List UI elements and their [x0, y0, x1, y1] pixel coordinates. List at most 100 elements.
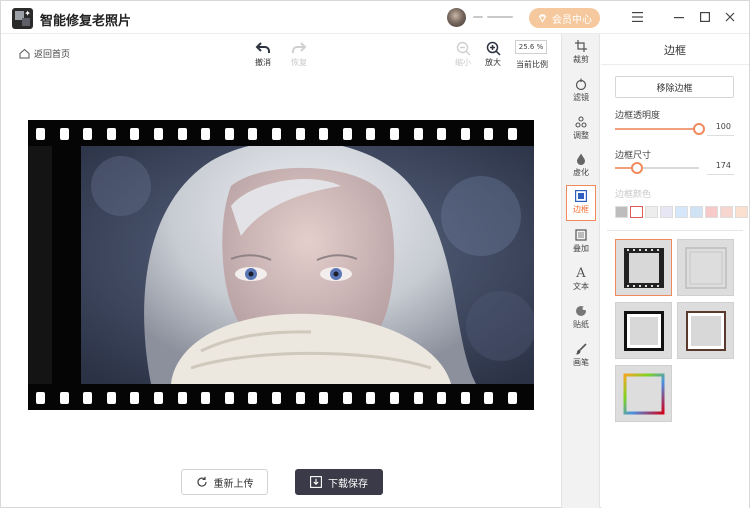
vip-center-button[interactable]: 会员中心: [529, 8, 600, 28]
size-value-field[interactable]: 174: [707, 159, 734, 175]
username-placeholder[interactable]: [473, 11, 515, 23]
zoom-value-field[interactable]: 25.6 %: [515, 40, 547, 54]
diamond-icon: [538, 13, 547, 23]
sprocket-hole: [248, 128, 258, 140]
film-holes-bottom: [28, 384, 534, 410]
portrait-illustration: [81, 146, 534, 384]
rail-item-label: 调整: [573, 131, 589, 140]
sprocket-hole: [319, 392, 329, 404]
zoom-out-label: 缩小: [455, 58, 471, 67]
size-slider-knob[interactable]: [630, 162, 643, 174]
menu-icon[interactable]: [630, 10, 644, 24]
rail-item-blur[interactable]: 虚化: [566, 151, 596, 178]
reupload-button[interactable]: 重新上传: [181, 469, 268, 495]
color-swatch[interactable]: [615, 206, 628, 218]
opacity-label: 边框透明度: [615, 111, 661, 121]
film-left-strip: [28, 146, 52, 384]
sprocket-hole: [390, 392, 399, 404]
zoom-in-icon: [486, 41, 501, 56]
zoom-out-icon: [456, 41, 470, 55]
rail-item-text[interactable]: A 文本: [566, 265, 596, 292]
color-swatch[interactable]: [690, 206, 703, 218]
redo-button[interactable]: 恢复: [283, 39, 315, 68]
opacity-value-field[interactable]: 100: [707, 120, 734, 136]
film-holes-top: [28, 120, 534, 146]
sprocket-hole: [36, 392, 45, 404]
sticker-icon: [566, 303, 596, 319]
sprocket-hole: [106, 392, 116, 404]
vip-center-label: 会员中心: [552, 14, 592, 26]
rail-item-brush[interactable]: 画笔: [566, 341, 596, 368]
back-home-link[interactable]: 返回首页: [19, 47, 70, 60]
avatar[interactable]: [447, 8, 466, 27]
reupload-label: 重新上传: [213, 478, 254, 490]
color-swatch[interactable]: [645, 206, 658, 218]
frame-thumb-silver[interactable]: [677, 239, 734, 296]
sprocket-hole: [201, 128, 211, 140]
rail-item-adjust[interactable]: 调整: [566, 114, 596, 141]
sprocket-hole: [36, 128, 45, 140]
color-swatch[interactable]: [735, 206, 748, 218]
app-window: ✦ 智能修复老照片 会员中心 返回首页 撤消 恢复 缩小 放大 25.6 % 当…: [0, 0, 750, 508]
zoom-out-button[interactable]: 缩小: [447, 39, 479, 68]
photo-canvas[interactable]: [28, 120, 534, 410]
tool-rail: 裁剪 滤镜 调整 虚化 边框 叠加 A 文本 贴纸 画笔: [561, 34, 600, 508]
rail-item-label: 滤镜: [573, 93, 589, 102]
sprocket-hole: [295, 128, 305, 140]
sprocket-hole: [366, 128, 376, 140]
download-save-button[interactable]: 下载保存: [295, 469, 383, 495]
color-swatch[interactable]: [675, 206, 688, 218]
color-label: 边框颜色: [615, 190, 652, 200]
sprocket-hole: [319, 128, 329, 140]
opacity-slider-knob[interactable]: [693, 123, 705, 135]
close-icon[interactable]: [723, 10, 737, 24]
frame-thumb-wood[interactable]: [677, 302, 734, 359]
zoom-in-button[interactable]: 放大: [477, 39, 509, 68]
size-label: 边框尺寸: [615, 151, 652, 161]
color-swatch[interactable]: [630, 206, 643, 218]
remove-frame-button[interactable]: 移除边框: [615, 76, 734, 98]
rail-item-filter[interactable]: 滤镜: [566, 76, 596, 103]
rail-item-label: 边框: [573, 205, 589, 214]
undo-icon: [255, 42, 270, 53]
rail-item-label: 裁剪: [573, 55, 589, 64]
rail-item-overlay[interactable]: 叠加: [566, 227, 596, 254]
minimize-icon[interactable]: [672, 10, 686, 24]
color-swatch[interactable]: [720, 206, 733, 218]
redo-label: 恢复: [291, 58, 307, 67]
color-swatch[interactable]: [660, 206, 673, 218]
frame-thumb-film[interactable]: [615, 239, 672, 296]
frame-thumb-black-white[interactable]: [615, 302, 672, 359]
sprocket-hole: [413, 128, 423, 140]
sprocket-hole: [248, 392, 258, 404]
color-swatch[interactable]: [705, 206, 718, 218]
sprocket-hole: [508, 392, 517, 404]
undo-button[interactable]: 撤消: [247, 39, 279, 68]
title-bar: ✦ 智能修复老照片 会员中心: [1, 1, 749, 34]
sprocket-hole: [224, 392, 234, 404]
download-save-label: 下载保存: [328, 478, 368, 490]
sprocket-hole: [272, 128, 281, 140]
portrait-photo: [81, 146, 534, 384]
sprocket-hole: [484, 392, 494, 404]
panel-title: 边框: [664, 44, 686, 57]
rail-item-crop[interactable]: 裁剪: [566, 38, 596, 65]
divider: [607, 230, 743, 231]
maximize-icon[interactable]: [698, 10, 712, 24]
rail-item-label: 虚化: [573, 168, 589, 177]
app-logo-icon: ✦: [12, 8, 33, 29]
sprocket-hole: [83, 128, 93, 140]
sprocket-hole: [154, 392, 163, 404]
rail-item-frame[interactable]: 边框: [566, 185, 596, 221]
zoom-in-label: 放大: [485, 58, 501, 67]
sprocket-hole: [106, 128, 116, 140]
opacity-slider[interactable]: [615, 123, 705, 135]
sprocket-hole: [460, 392, 470, 404]
sprocket-hole: [437, 128, 447, 140]
crop-icon: [566, 38, 596, 54]
size-slider[interactable]: [615, 162, 699, 174]
sprocket-hole: [295, 392, 305, 404]
rail-item-sticker[interactable]: 贴纸: [566, 303, 596, 330]
frame-thumb-rainbow[interactable]: [615, 365, 672, 422]
sprocket-hole: [272, 392, 281, 404]
